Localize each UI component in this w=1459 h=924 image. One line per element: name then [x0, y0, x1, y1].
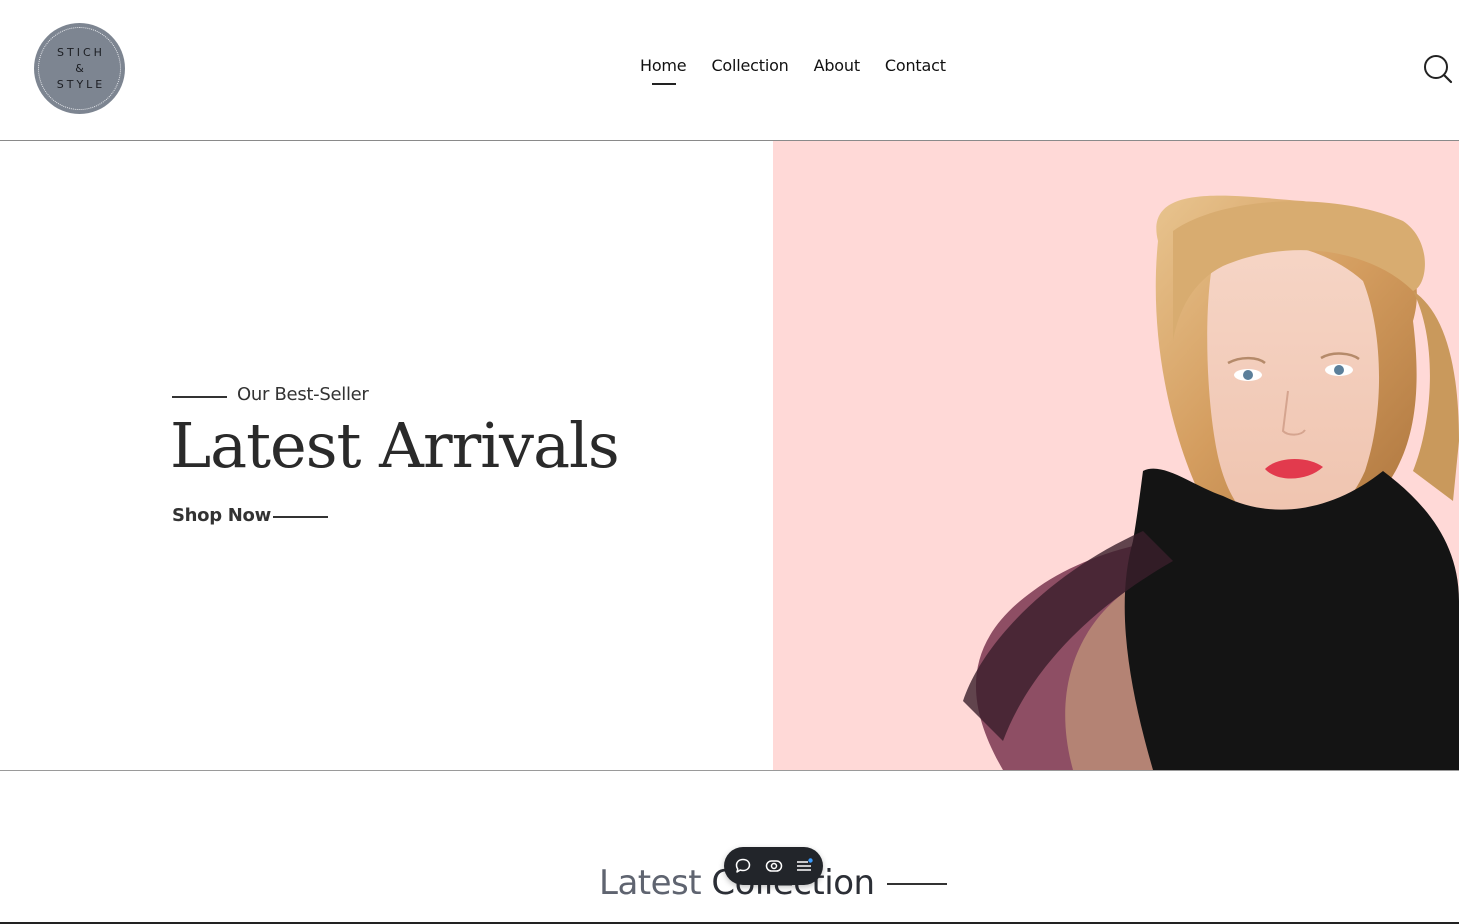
section-title-rule	[887, 883, 947, 885]
search-button[interactable]	[1420, 52, 1454, 86]
logo-text: STICH & STYLE	[34, 45, 125, 93]
search-icon	[1424, 55, 1453, 84]
hero-banner: Our Best-Seller Latest Arrivals Shop Now	[0, 141, 1459, 771]
eyebrow-rule	[172, 396, 227, 398]
stich-and-style-logo[interactable]: STICH & STYLE	[34, 23, 125, 114]
nav-contact[interactable]: Contact	[885, 55, 946, 77]
shop-now-link[interactable]: Shop Now	[172, 505, 271, 526]
section-title-part1: Latest	[599, 863, 712, 903]
shop-now-rule	[273, 516, 328, 518]
hero-eyebrow: Our Best-Seller	[237, 384, 369, 405]
nav-about[interactable]: About	[814, 55, 861, 77]
menu-icon	[797, 858, 813, 871]
main-nav: Home Collection About Contact	[640, 55, 946, 85]
preview-button[interactable]	[762, 854, 786, 878]
nav-collection[interactable]: Collection	[711, 55, 788, 77]
logo-line-1: STICH	[57, 46, 105, 59]
hero-image	[773, 141, 1459, 770]
chat-icon	[735, 858, 750, 873]
chat-button[interactable]	[731, 854, 755, 878]
nav-home[interactable]: Home	[640, 55, 687, 85]
hero-text-panel: Our Best-Seller Latest Arrivals Shop Now	[0, 141, 773, 770]
logo-line-2: &	[75, 62, 87, 75]
logo-line-3: STYLE	[56, 78, 106, 91]
eye-icon	[765, 860, 782, 872]
model-portrait-image	[963, 195, 1459, 770]
site-header: STICH & STYLE Home Collection About Cont…	[0, 0, 1459, 141]
hero-title: Latest Arrivals	[170, 409, 620, 482]
floating-toolbar	[724, 847, 823, 885]
menu-button[interactable]	[792, 854, 816, 878]
